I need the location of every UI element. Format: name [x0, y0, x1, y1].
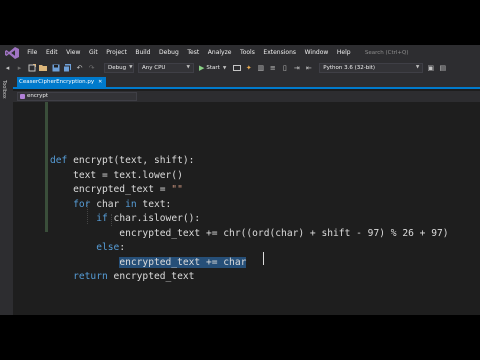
- redo-icon[interactable]: ↷: [87, 64, 96, 73]
- menu-test[interactable]: Test: [183, 45, 203, 60]
- menu-extensions[interactable]: Extensions: [259, 45, 300, 60]
- open-folder-icon[interactable]: [39, 64, 48, 73]
- keyword-token: in: [125, 198, 137, 210]
- menu-window[interactable]: Window: [300, 45, 332, 60]
- chevron-down-icon: ▼: [222, 65, 227, 71]
- function-icon: [20, 94, 25, 99]
- breakpoints-icon[interactable]: ▥: [256, 64, 265, 73]
- code-token: text = text.lower(): [50, 169, 183, 181]
- search-input[interactable]: Search (Ctrl+Q): [361, 48, 449, 58]
- selected-text: encrypted_text += char: [119, 256, 247, 268]
- python-environment-value: Python 3.6 (32-bit): [323, 65, 376, 71]
- menu-view[interactable]: View: [62, 45, 85, 60]
- close-icon[interactable]: ✕: [98, 77, 102, 88]
- undo-icon[interactable]: ↶: [75, 64, 84, 73]
- back-icon[interactable]: ◂: [3, 64, 12, 73]
- attach-icon[interactable]: [232, 64, 241, 73]
- code-token: encrypted_text += chr((ord(char) + shift…: [50, 227, 449, 239]
- bookmark-icon[interactable]: ▯: [280, 64, 289, 73]
- standard-toolbar: ◂ ▸ ↶ ↷ Debug ▼ Any CPU ▼ ▶ Start ▼ ✦ ▥ …: [0, 60, 480, 76]
- menu-analyze[interactable]: Analyze: [204, 45, 236, 60]
- new-project-icon[interactable]: [27, 64, 36, 73]
- code-line[interactable]: encrypted_text = "": [50, 183, 183, 197]
- chevron-down-icon: ▼: [129, 65, 133, 70]
- save-icon[interactable]: [51, 64, 60, 73]
- toggle-comment-icon[interactable]: ≡: [268, 64, 277, 73]
- keyword-token: else: [96, 242, 120, 253]
- member-scope-dropdown[interactable]: encrypt: [17, 92, 137, 101]
- code-token: char: [90, 198, 126, 210]
- hot-reload-icon[interactable]: ✦: [244, 64, 253, 73]
- code-token: encrypted_text =: [50, 184, 172, 195]
- keyword-token: def: [50, 155, 68, 166]
- indent-icon[interactable]: ⇥: [292, 64, 301, 73]
- python-interactive-icon[interactable]: ▤: [438, 64, 447, 73]
- toolbox-tab[interactable]: Toolbox: [1, 80, 7, 99]
- code-line[interactable]: encrypted_text += chr((ord(char) + shift…: [50, 227, 449, 241]
- save-all-icon[interactable]: [63, 64, 72, 73]
- forward-icon[interactable]: ▸: [15, 64, 24, 73]
- code-token: text:: [136, 198, 172, 210]
- menu-project[interactable]: Project: [102, 45, 131, 60]
- outdent-icon[interactable]: ⇤: [304, 64, 313, 73]
- code-token: encrypt(text, shift):: [67, 155, 195, 166]
- menu-tools[interactable]: Tools: [236, 45, 259, 60]
- toolbox-strip: Toolbox: [0, 76, 13, 315]
- code-line[interactable]: def encrypt(text, shift):: [50, 154, 194, 168]
- menu-build[interactable]: Build: [131, 45, 155, 60]
- code-line[interactable]: else:: [50, 241, 125, 255]
- string-token: "": [171, 184, 183, 195]
- code-token: :: [119, 242, 126, 253]
- tab-ceasercipherencryption[interactable]: CeaserCipherEncryption.py ✕: [17, 77, 107, 88]
- tab-label: CeaserCipherEncryption.py: [19, 79, 95, 85]
- code-editor[interactable]: def encrypt(text, shift): text = text.lo…: [13, 102, 480, 315]
- visual-studio-window: File Edit View Git Project Build Debug T…: [0, 45, 480, 315]
- code-line[interactable]: return encrypted_text: [50, 270, 194, 284]
- keyword-token: for: [73, 198, 91, 210]
- text-cursor: [263, 252, 264, 265]
- menu-edit[interactable]: Edit: [42, 45, 62, 60]
- solution-configuration-value: Debug: [108, 65, 127, 71]
- chevron-down-icon: ▼: [186, 65, 190, 70]
- solution-platform-dropdown[interactable]: Any CPU ▼: [138, 63, 194, 73]
- visual-studio-logo-icon[interactable]: [5, 46, 19, 59]
- start-label: Start: [206, 65, 220, 71]
- code-line[interactable]: for char in text:: [50, 198, 171, 212]
- keyword-token: return: [73, 271, 108, 282]
- environment-settings-icon[interactable]: ▣: [426, 64, 435, 73]
- code-line[interactable]: if char.islower():: [50, 212, 200, 226]
- code-token: encrypted_text: [107, 271, 195, 282]
- python-environment-dropdown[interactable]: Python 3.6 (32-bit) ▼: [319, 63, 424, 73]
- start-button[interactable]: ▶ Start ▼: [199, 63, 226, 73]
- code-line[interactable]: encrypted_text += char: [50, 256, 247, 270]
- document-tab-bar: CeaserCipherEncryption.py ✕: [13, 76, 480, 89]
- chevron-down-icon: ▼: [415, 65, 420, 70]
- code-line[interactable]: text = text.lower(): [50, 169, 183, 183]
- change-tracking-margin: [45, 102, 48, 232]
- menu-git[interactable]: Git: [85, 45, 102, 60]
- menu-bar: File Edit View Git Project Build Debug T…: [0, 45, 480, 60]
- menu-file[interactable]: File: [23, 45, 42, 60]
- solution-platform-value: Any CPU: [142, 65, 166, 71]
- solution-configuration-dropdown[interactable]: Debug ▼: [104, 63, 134, 73]
- menu-help[interactable]: Help: [333, 45, 355, 60]
- code-token: char.islower():: [107, 213, 201, 224]
- keyword-token: if: [96, 213, 108, 224]
- member-scope-value: encrypt: [27, 93, 49, 99]
- navigation-bar: encrypt: [13, 91, 480, 102]
- play-icon: ▶: [199, 64, 205, 72]
- menu-debug[interactable]: Debug: [155, 45, 183, 60]
